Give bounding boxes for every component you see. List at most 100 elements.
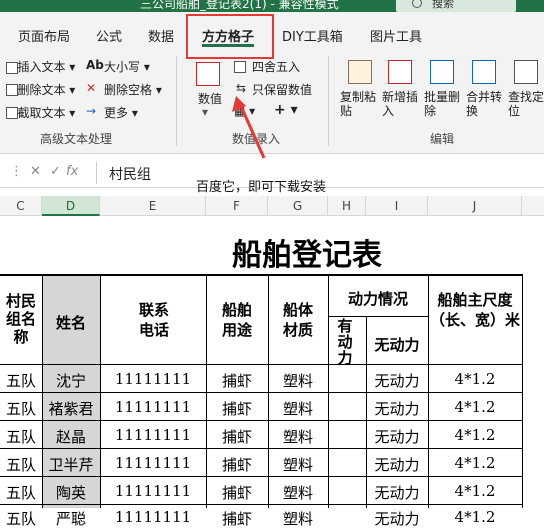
find-locate-button[interactable]: 查找定位 bbox=[508, 90, 544, 118]
cell-phone[interactable]: 11111111 bbox=[100, 398, 206, 416]
tab-picture-tools[interactable]: 图片工具 bbox=[370, 26, 422, 45]
tab-formulas[interactable]: 公式 bbox=[96, 26, 122, 45]
column-header-h[interactable]: H bbox=[328, 196, 366, 216]
tab-diy-toolbox[interactable]: DIY工具箱 bbox=[282, 26, 343, 45]
header-power: 动力情况 bbox=[347, 290, 408, 308]
cell-power[interactable]: 无动力 bbox=[366, 482, 428, 503]
data-extra-icon[interactable]: ▦ ▾ bbox=[234, 104, 255, 118]
copy-paste-button[interactable]: 复制粘贴 bbox=[340, 90, 378, 118]
cell-use[interactable]: 捕虾 bbox=[206, 426, 268, 447]
table-border bbox=[0, 392, 522, 393]
cell-size[interactable]: 4*1.2 bbox=[428, 482, 522, 500]
cell-use[interactable]: 捕虾 bbox=[206, 482, 268, 503]
column-header-e[interactable]: E bbox=[100, 196, 206, 216]
cell-phone[interactable]: 11111111 bbox=[100, 426, 206, 444]
formula-value: 村民组 bbox=[109, 167, 151, 183]
cell-size[interactable]: 4*1.2 bbox=[428, 426, 522, 444]
case-button[interactable]: 大小写 ▾ bbox=[104, 58, 150, 75]
cell-material[interactable]: 塑料 bbox=[268, 370, 328, 391]
cell-use[interactable]: 捕虾 bbox=[206, 508, 268, 529]
cell-group[interactable]: 五队 bbox=[0, 426, 42, 447]
cell-group[interactable]: 五队 bbox=[0, 454, 42, 475]
cell-size[interactable]: 4*1.2 bbox=[428, 370, 522, 388]
cell-group[interactable]: 五队 bbox=[0, 398, 42, 419]
cell-use[interactable]: 捕虾 bbox=[206, 398, 268, 419]
enter-icon[interactable]: ✓ bbox=[50, 164, 61, 179]
insert-function-icon[interactable]: fx bbox=[66, 164, 78, 179]
data-group-label: 数值录入 bbox=[232, 132, 281, 146]
cell-power[interactable]: 无动力 bbox=[366, 426, 428, 447]
column-header-c[interactable]: C bbox=[0, 196, 42, 216]
cell-material[interactable]: 塑料 bbox=[268, 426, 328, 447]
batch-delete-button[interactable]: 批量删除 bbox=[424, 90, 462, 118]
new-insert-button[interactable]: 新增插入 bbox=[382, 90, 420, 118]
cell-power[interactable]: 无动力 bbox=[366, 398, 428, 419]
delete-space-button[interactable]: 删除空格 ▾ bbox=[104, 81, 162, 98]
cell-phone[interactable]: 11111111 bbox=[100, 454, 206, 472]
more-button[interactable]: 更多 ▾ bbox=[104, 104, 138, 121]
header-use: 船舶用途 bbox=[221, 301, 252, 339]
group-divider bbox=[328, 56, 329, 146]
column-header-d[interactable]: D bbox=[42, 196, 100, 216]
cell-group[interactable]: 五队 bbox=[0, 508, 42, 529]
sheet-title: 船舶登记表 bbox=[232, 238, 382, 273]
cell-name[interactable]: 沈宁 bbox=[42, 370, 100, 391]
round-label: 四舍五入 bbox=[252, 60, 301, 74]
cancel-icon[interactable]: ✕ bbox=[30, 164, 41, 179]
cell-material[interactable]: 塑料 bbox=[268, 398, 328, 419]
cell-name[interactable]: 赵晶 bbox=[42, 426, 100, 447]
cell-use[interactable]: 捕虾 bbox=[206, 454, 268, 475]
cell-power[interactable]: 无动力 bbox=[366, 370, 428, 391]
annotation-text: 百度它，即可下载安装 bbox=[196, 180, 327, 195]
search-box[interactable]: 搜索 bbox=[396, 0, 516, 12]
cell-size[interactable]: 4*1.2 bbox=[428, 398, 522, 416]
name-box-dropdown[interactable]: ⋮ bbox=[10, 164, 23, 179]
plus-icon[interactable]: + ▾ bbox=[274, 102, 298, 118]
title-bar: 三公司船舶_登记表2(1) - 兼容性模式 搜索 bbox=[0, 0, 544, 12]
value-icon bbox=[196, 62, 220, 86]
cell-size[interactable]: 4*1.2 bbox=[428, 454, 522, 472]
cell-phone[interactable]: 11111111 bbox=[100, 482, 206, 500]
table-border bbox=[0, 476, 522, 477]
column-header-f[interactable]: F bbox=[206, 196, 268, 216]
cell-power[interactable]: 无动力 bbox=[366, 454, 428, 475]
clipboard-icon bbox=[348, 60, 372, 84]
cut-text-button[interactable]: 截取文本 ▾ bbox=[6, 104, 75, 121]
sheet-grid[interactable]: 船舶登记表 村民组名称 姓名 联系电话 船舶用途 船体材质 动力情况 有动力 无… bbox=[0, 216, 544, 528]
find-icon bbox=[514, 60, 538, 84]
cell-name[interactable]: 卫半芹 bbox=[42, 454, 100, 475]
cell-power[interactable]: 无动力 bbox=[366, 508, 428, 529]
value-dropdown-arrow[interactable]: ▾ bbox=[202, 105, 208, 119]
insert-text-button[interactable]: 插入文本 ▾ bbox=[6, 58, 75, 75]
keep-value-label: 只保留数值 bbox=[252, 83, 313, 97]
delete-text-button[interactable]: 删除文本 ▾ bbox=[6, 81, 75, 98]
column-header-i[interactable]: I bbox=[366, 196, 428, 216]
cell-material[interactable]: 塑料 bbox=[268, 508, 328, 529]
cell-use[interactable]: 捕虾 bbox=[206, 370, 268, 391]
table-border bbox=[522, 274, 523, 508]
cell-phone[interactable]: 11111111 bbox=[100, 508, 206, 526]
cell-name[interactable]: 严聪 bbox=[42, 508, 100, 529]
group-divider bbox=[176, 56, 177, 146]
merge-icon bbox=[472, 60, 496, 84]
cell-name[interactable]: 褚紫君 bbox=[42, 398, 100, 419]
cell-size[interactable]: 4*1.2 bbox=[428, 508, 522, 526]
cell-name[interactable]: 陶英 bbox=[42, 482, 100, 503]
keep-value-button[interactable]: 只保留数值 bbox=[252, 81, 312, 98]
cell-material[interactable]: 塑料 bbox=[268, 482, 328, 503]
round-button[interactable]: 四舍五入 bbox=[252, 58, 300, 75]
text-group-label: 高级文本处理 bbox=[40, 132, 113, 146]
tab-data[interactable]: 数据 bbox=[148, 26, 174, 45]
find-locate-label: 查找定位 bbox=[508, 90, 544, 118]
more-label: 更多 bbox=[104, 106, 129, 120]
column-header-j[interactable]: J bbox=[428, 196, 522, 216]
merge-convert-button[interactable]: 合并转换 bbox=[466, 90, 504, 118]
cell-material[interactable]: 塑料 bbox=[268, 454, 328, 475]
cell-phone[interactable]: 11111111 bbox=[100, 370, 206, 388]
window-title: 三公司船舶_登记表2(1) - 兼容性模式 bbox=[140, 0, 339, 11]
column-header-g[interactable]: G bbox=[268, 196, 328, 216]
tab-page-layout[interactable]: 页面布局 bbox=[18, 26, 70, 45]
cell-group[interactable]: 五队 bbox=[0, 482, 42, 503]
table-border bbox=[0, 504, 522, 505]
cell-group[interactable]: 五队 bbox=[0, 370, 42, 391]
